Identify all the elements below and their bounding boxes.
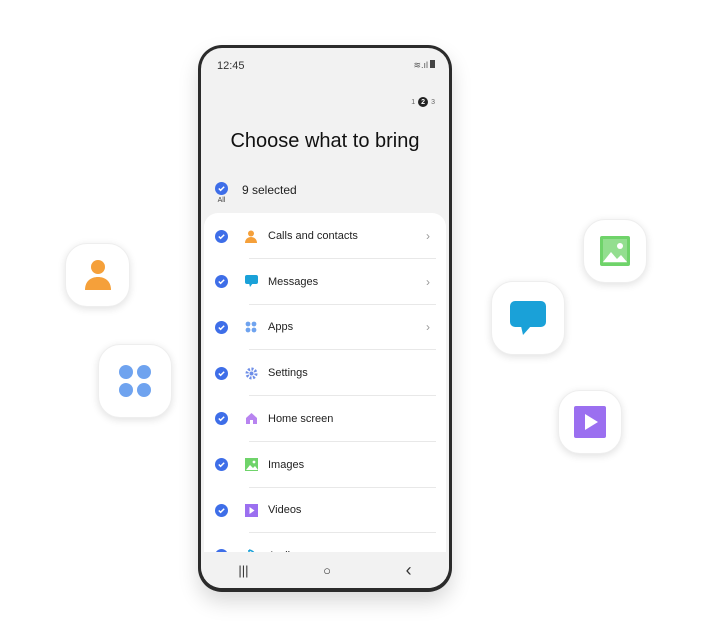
battery-icon [430, 60, 435, 68]
list-item-settings[interactable]: Settings [204, 350, 446, 397]
list-item-apps[interactable]: Apps › [204, 304, 446, 351]
apps-icon [119, 365, 151, 397]
apps-icon [244, 320, 258, 334]
selected-count: 9 selected [242, 183, 297, 197]
wifi-icon: ≋ [413, 60, 421, 70]
person-icon [244, 229, 258, 243]
recents-button[interactable]: ||| [238, 563, 248, 578]
page-title: Choose what to bring [230, 130, 420, 152]
step-1: 1 [411, 98, 416, 106]
signal-icon: .ıl [420, 60, 428, 70]
checkbox[interactable] [215, 320, 228, 334]
item-label: Videos [268, 504, 302, 517]
navigation-bar: ||| ○ ‹ [201, 552, 449, 588]
check-icon [215, 182, 228, 195]
item-label: Home screen [268, 412, 334, 425]
item-list: Calls and contacts › Messages › Apps › S… [204, 213, 446, 588]
checkbox[interactable] [215, 275, 228, 289]
phone: 12:45 ≋.ıl 1 2 3 Choose what to bring Al… [198, 45, 452, 592]
contacts-tile [65, 243, 130, 307]
person-icon [84, 260, 111, 290]
item-label: Apps [268, 321, 294, 334]
item-label: Messages [268, 275, 319, 288]
item-label: Images [268, 458, 305, 471]
checkbox[interactable] [215, 412, 228, 426]
checkbox[interactable] [215, 503, 228, 517]
message-icon [510, 301, 546, 335]
clock: 12:45 [217, 60, 245, 72]
video-icon [574, 406, 606, 438]
list-item-images[interactable]: Images [204, 442, 446, 488]
chevron-right-icon[interactable]: › [426, 275, 430, 289]
checkbox[interactable] [215, 366, 228, 380]
list-item-calls-and-contacts[interactable]: Calls and contacts › [204, 213, 446, 259]
step-indicator: 1 2 3 [411, 97, 435, 107]
item-label: Calls and contacts [268, 230, 358, 242]
image-icon [244, 458, 258, 472]
home-button[interactable]: ○ [323, 563, 331, 578]
item-label: Settings [268, 367, 308, 380]
videos-tile [558, 390, 622, 454]
select-all-checkbox[interactable]: All [215, 182, 228, 204]
step-3: 3 [431, 98, 435, 106]
checkbox[interactable] [215, 229, 228, 243]
list-item-videos[interactable]: Videos [204, 487, 446, 534]
select-all-label: All [217, 197, 226, 204]
images-tile [583, 219, 647, 283]
messages-tile [491, 281, 565, 355]
screen: 12:45 ≋.ıl 1 2 3 Choose what to bring Al… [201, 48, 449, 588]
message-icon [244, 275, 258, 289]
chevron-right-icon[interactable]: › [426, 229, 430, 243]
status-icons: ≋.ıl [413, 60, 435, 72]
step-2-current: 2 [418, 97, 429, 107]
back-button[interactable]: ‹ [406, 560, 412, 581]
status-bar: 12:45 ≋.ıl [217, 60, 435, 72]
list-item-messages[interactable]: Messages › [204, 259, 446, 305]
video-icon [244, 503, 258, 517]
home-icon [244, 412, 258, 426]
checkbox[interactable] [215, 458, 228, 471]
gear-icon [244, 366, 258, 380]
image-icon [600, 236, 630, 266]
apps-tile [98, 344, 172, 418]
list-item-home-screen[interactable]: Home screen [204, 396, 446, 442]
chevron-right-icon[interactable]: › [426, 320, 430, 334]
